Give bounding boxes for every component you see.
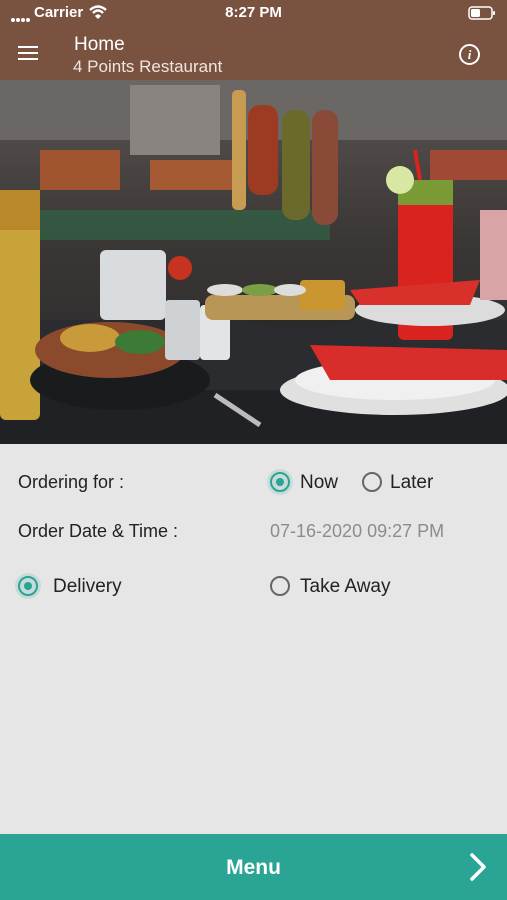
- order-date-time-label: Order Date & Time :: [18, 521, 179, 541]
- now-label[interactable]: Now: [300, 472, 338, 494]
- restaurant-food-photo: [0, 80, 507, 444]
- now-radio[interactable]: [270, 472, 290, 492]
- hero-image: [0, 80, 507, 444]
- take-away-radio[interactable]: [270, 576, 290, 596]
- later-radio[interactable]: [362, 472, 382, 492]
- status-bar: Carrier 8:27 PM: [0, 0, 507, 26]
- restaurant-name: 4 Points Restaurant: [73, 57, 223, 76]
- delivery-label[interactable]: Delivery: [53, 576, 122, 598]
- battery-icon: [468, 6, 496, 24]
- later-label[interactable]: Later: [390, 472, 433, 494]
- app-bar: Home 4 Points Restaurant i: [0, 26, 507, 80]
- take-away-label[interactable]: Take Away: [300, 576, 390, 598]
- hamburger-menu-icon[interactable]: [18, 46, 38, 61]
- order-date-time-value[interactable]: 07-16-2020 09:27 PM: [270, 521, 444, 542]
- delivery-radio[interactable]: [18, 576, 38, 596]
- menu-button-label: Menu: [226, 856, 281, 879]
- menu-button[interactable]: Menu: [0, 834, 507, 900]
- chevron-right-icon: [469, 853, 487, 886]
- status-time: 8:27 PM: [225, 4, 282, 21]
- order-form: Ordering for : Now Later Order Date & Ti…: [0, 444, 507, 834]
- page-title: Home: [74, 34, 125, 55]
- ordering-for-label: Ordering for :: [18, 472, 125, 492]
- info-icon[interactable]: i: [459, 44, 480, 65]
